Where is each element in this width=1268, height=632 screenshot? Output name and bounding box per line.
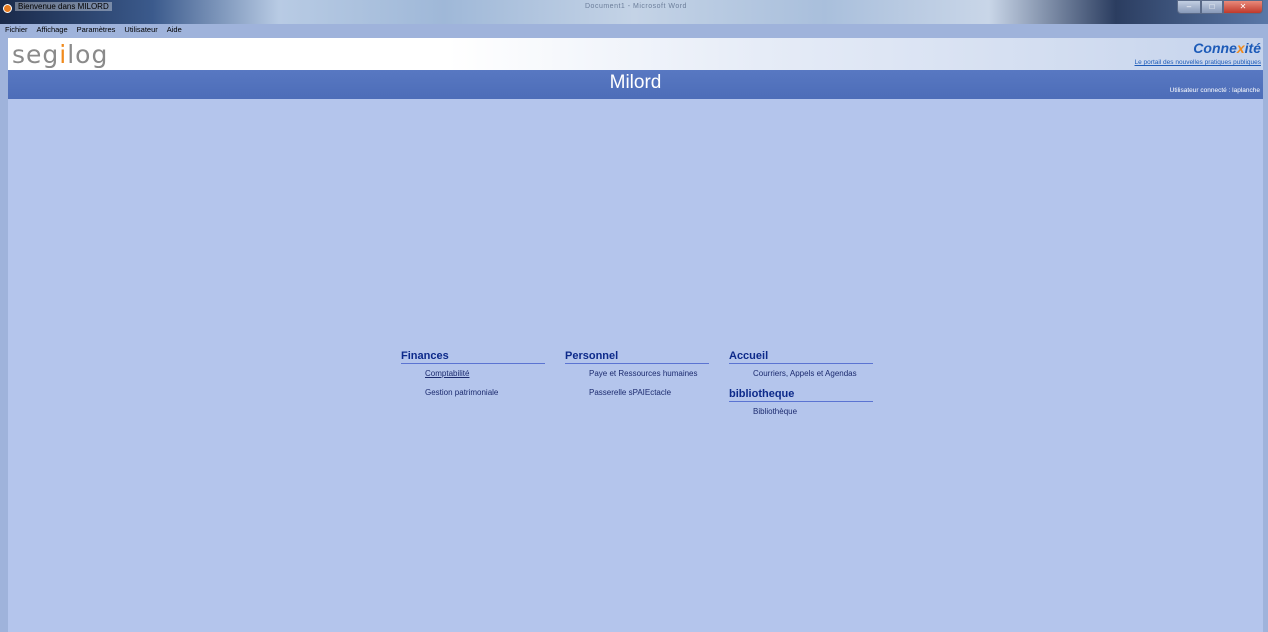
- logo-band: segilog Connexité Le portail des nouvell…: [8, 38, 1263, 70]
- section-title-bibliotheque: bibliotheque: [729, 388, 873, 402]
- portal-link[interactable]: Le portail des nouvelles pratiques publi…: [1135, 59, 1261, 66]
- user-name: laplanche: [1232, 87, 1260, 94]
- logo-text-suffix: log: [67, 40, 109, 69]
- menu-parametres[interactable]: Paramètres: [77, 24, 116, 38]
- window-title: Bienvenue dans MILORD: [15, 2, 112, 11]
- brand-text-suffix: ité: [1244, 40, 1261, 56]
- link-comptabilite[interactable]: Comptabilité: [425, 369, 545, 378]
- main-content: Finances Comptabilité Gestion patrimonia…: [8, 99, 1263, 632]
- connexite-logo: Connexité: [1193, 40, 1261, 56]
- link-bibliotheque[interactable]: Bibliothèque: [753, 407, 873, 416]
- background-window-title: Document1 - Microsoft Word: [585, 3, 687, 10]
- section-title-personnel: Personnel: [565, 350, 709, 364]
- app-window: Bienvenue dans MILORD Document1 - Micros…: [0, 0, 1268, 632]
- segilog-logo: segilog: [12, 40, 108, 69]
- maximize-button[interactable]: □: [1201, 0, 1223, 14]
- window-controls: – □ ✕: [1177, 0, 1263, 14]
- title-bar[interactable]: Bienvenue dans MILORD Document1 - Micros…: [0, 0, 1268, 24]
- link-courriers-appels-agendas[interactable]: Courriers, Appels et Agendas: [753, 369, 873, 378]
- app-title: Milord: [609, 72, 662, 93]
- logo-text-prefix: seg: [12, 40, 60, 69]
- section-accueil: Accueil Courriers, Appels et Agendas bib…: [729, 350, 873, 426]
- link-paye-rh[interactable]: Paye et Ressources humaines: [589, 369, 709, 378]
- minimize-button[interactable]: –: [1177, 0, 1201, 14]
- close-button[interactable]: ✕: [1223, 0, 1263, 14]
- link-gestion-patrimoniale[interactable]: Gestion patrimoniale: [425, 388, 545, 397]
- menu-fichier[interactable]: Fichier: [5, 24, 28, 38]
- user-label: Utilisateur connecté :: [1169, 87, 1231, 94]
- brand-text-x: x: [1236, 40, 1245, 56]
- menu-utilisateur[interactable]: Utilisateur: [124, 24, 157, 38]
- section-title-accueil: Accueil: [729, 350, 873, 364]
- section-title-finances: Finances: [401, 350, 545, 364]
- app-icon: [3, 4, 12, 13]
- menu-affichage[interactable]: Affichage: [37, 24, 68, 38]
- menu-bar: Fichier Affichage Paramètres Utilisateur…: [0, 24, 1268, 38]
- app-banner: Milord Utilisateur connecté : laplanche: [8, 70, 1263, 99]
- link-passerelle-spaiectacle[interactable]: Passerelle sPAIEctacle: [589, 388, 709, 397]
- menu-aide[interactable]: Aide: [167, 24, 182, 38]
- section-finances: Finances Comptabilité Gestion patrimonia…: [401, 350, 545, 407]
- brand-text-prefix: Conne: [1193, 40, 1237, 56]
- connected-user: Utilisateur connecté : laplanche: [1170, 87, 1260, 94]
- section-personnel: Personnel Paye et Ressources humaines Pa…: [565, 350, 709, 407]
